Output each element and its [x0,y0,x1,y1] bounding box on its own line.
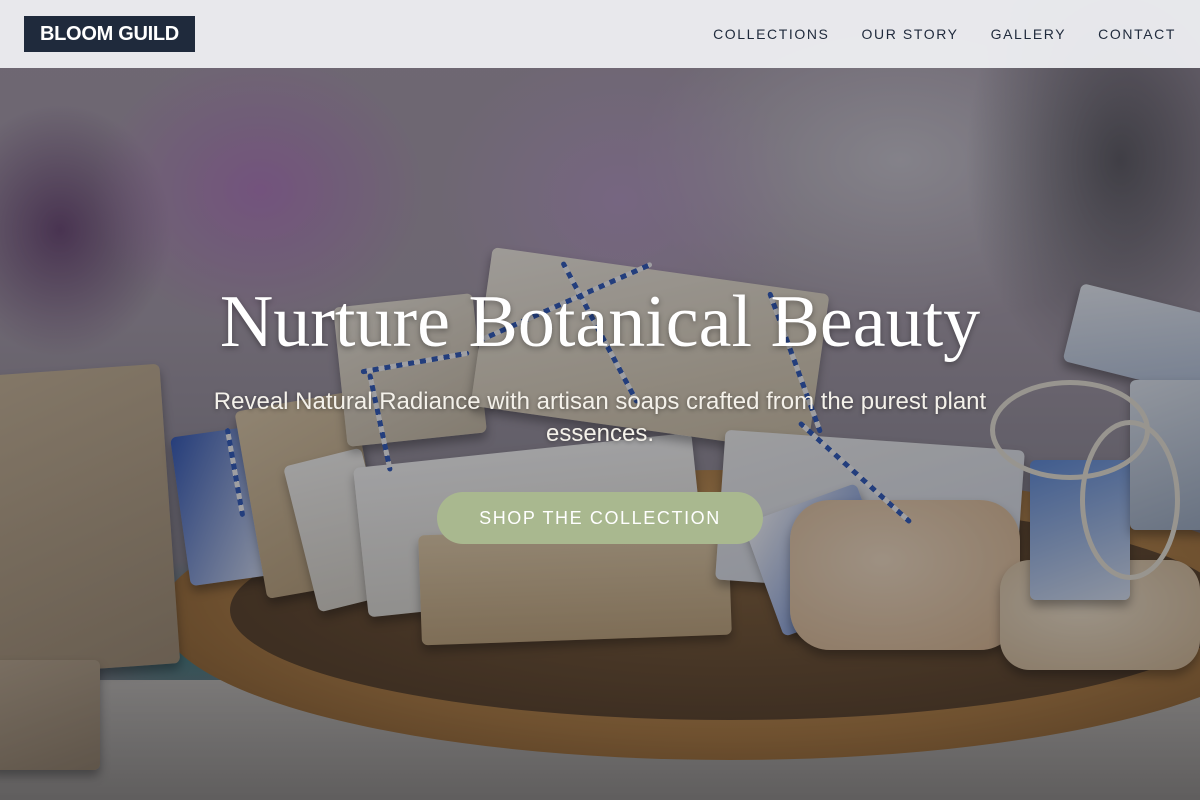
hero-title: Nurture Botanical Beauty [219,281,981,363]
landing-page: BLOOM GUILD COLLECTIONS OUR STORY GALLER… [0,0,1200,800]
nav-link-gallery[interactable]: GALLERY [991,26,1067,42]
hero-section: Nurture Botanical Beauty Reveal Natural … [0,280,1200,544]
nav-link-our-story[interactable]: OUR STORY [862,26,959,42]
brand-logo[interactable]: BLOOM GUILD [24,16,195,52]
shop-collection-button[interactable]: SHOP THE COLLECTION [437,492,763,544]
hero-subtitle: Reveal Natural Radiance with artisan soa… [213,388,987,447]
nav-link-contact[interactable]: CONTACT [1098,26,1176,42]
main-nav: COLLECTIONS OUR STORY GALLERY CONTACT [713,26,1176,42]
nav-link-collections[interactable]: COLLECTIONS [713,26,829,42]
site-header: BLOOM GUILD COLLECTIONS OUR STORY GALLER… [0,0,1200,68]
